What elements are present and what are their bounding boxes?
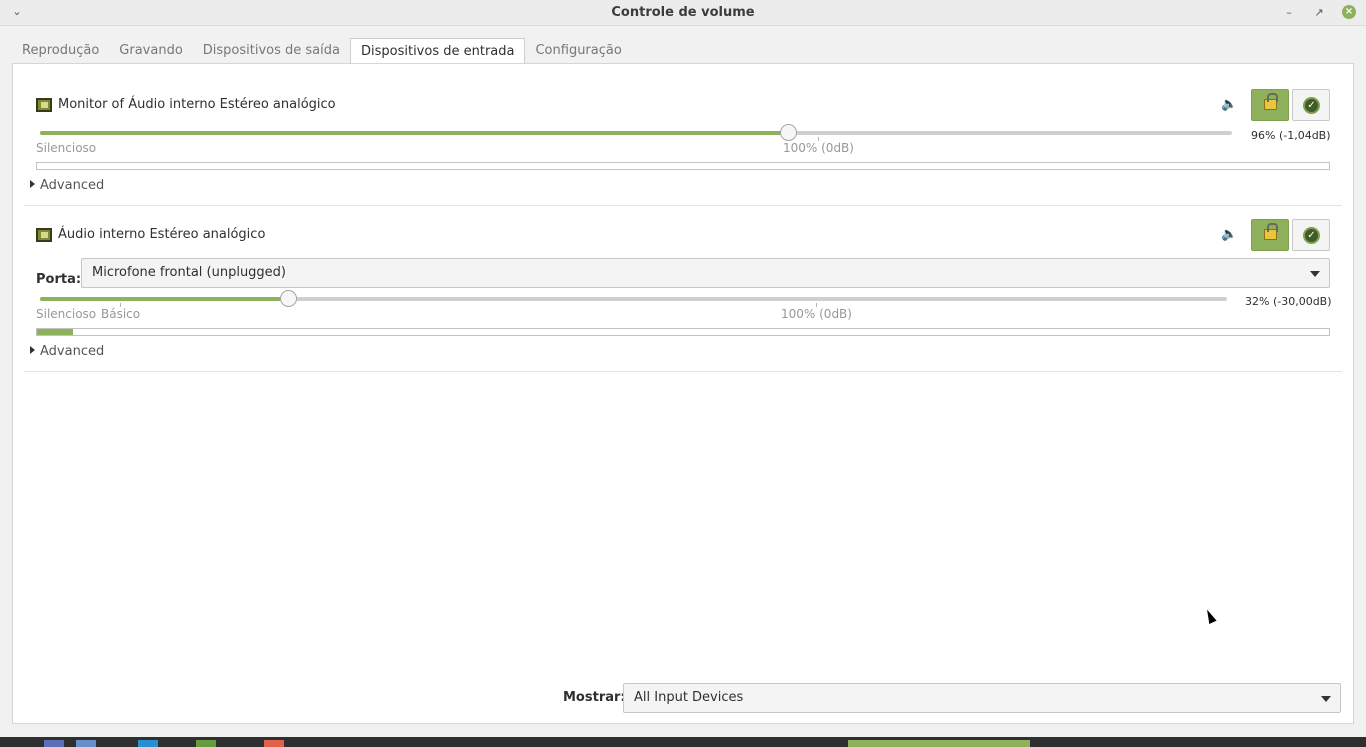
set-default-button[interactable]: ✓ <box>1292 89 1330 121</box>
sound-card-icon <box>36 98 52 112</box>
volume-slider[interactable] <box>40 290 1227 307</box>
expander-arrow-icon <box>30 346 35 354</box>
taskbar-app-icon[interactable] <box>264 740 284 747</box>
tab-configuracao[interactable]: Configuração <box>525 38 631 64</box>
taskbar-app-icon[interactable] <box>196 740 216 747</box>
taskbar-app-icon[interactable] <box>76 740 96 747</box>
tab-gravando[interactable]: Gravando <box>109 38 193 64</box>
device-separator <box>24 205 1342 206</box>
scale-label-base: Básico <box>101 307 141 321</box>
sound-card-icon <box>36 228 52 242</box>
port-select[interactable]: Microfone frontal (unplugged) <box>81 258 1330 288</box>
advanced-expander[interactable]: Advanced <box>30 344 104 359</box>
speaker-mute-icon[interactable]: 🔈 <box>1221 97 1237 113</box>
taskbar-app-icon[interactable] <box>138 740 158 747</box>
tab-bar: Reprodução Gravando Dispositivos de saíd… <box>12 38 632 65</box>
window-title: Controle de volume <box>611 5 755 20</box>
tab-dispositivos-entrada[interactable]: Dispositivos de entrada <box>349 38 526 65</box>
volume-slider-fill <box>40 131 788 135</box>
scale-label-100: 100% (0dB) <box>781 307 852 321</box>
advanced-label: Advanced <box>40 344 105 359</box>
peak-meter <box>36 328 1330 336</box>
advanced-expander[interactable]: Advanced <box>30 178 104 193</box>
volume-slider-fill <box>40 297 288 301</box>
device-name: Monitor of Áudio interno Estéreo analógi… <box>58 97 336 112</box>
taskbar-app-icon[interactable] <box>44 740 64 747</box>
show-devices-value: All Input Devices <box>634 690 744 705</box>
chevron-down-icon <box>1310 271 1320 277</box>
port-select-value: Microfone frontal (unplugged) <box>92 265 287 280</box>
peak-meter-fill <box>37 329 73 335</box>
taskbar-active-window[interactable] <box>848 740 1030 747</box>
volume-value: 32% (-30,00dB) <box>1245 295 1332 308</box>
speaker-mute-icon[interactable]: 🔈 <box>1221 227 1237 243</box>
volume-slider-handle[interactable] <box>780 124 797 141</box>
taskbar <box>0 737 1366 747</box>
expander-arrow-icon <box>30 180 35 188</box>
scale-label-silent: Silencioso <box>36 141 97 155</box>
lock-channels-button[interactable] <box>1251 219 1289 251</box>
check-icon: ✓ <box>1303 227 1320 244</box>
scale-label-silent: Silencioso <box>36 307 97 321</box>
device-separator <box>24 371 1342 372</box>
lock-icon <box>1264 93 1278 110</box>
chevron-down-icon <box>1321 696 1331 702</box>
lock-icon <box>1264 223 1278 240</box>
volume-slider-handle[interactable] <box>280 290 297 307</box>
show-label: Mostrar: <box>563 690 626 705</box>
set-default-button[interactable]: ✓ <box>1292 219 1330 251</box>
lock-channels-button[interactable] <box>1251 89 1289 121</box>
advanced-label: Advanced <box>40 178 105 193</box>
device-name: Áudio interno Estéreo analógico <box>58 227 266 242</box>
peak-meter <box>36 162 1330 170</box>
maximize-icon[interactable]: ↗ <box>1310 4 1328 22</box>
scale-label-100: 100% (0dB) <box>783 141 854 155</box>
show-devices-select[interactable]: All Input Devices <box>623 683 1341 713</box>
minimize-icon[interactable]: – <box>1280 4 1298 22</box>
tab-reproducao[interactable]: Reprodução <box>12 38 109 64</box>
volume-value: 96% (-1,04dB) <box>1251 129 1331 142</box>
volume-slider[interactable] <box>40 124 1232 141</box>
check-icon: ✓ <box>1303 97 1320 114</box>
port-label: Porta: <box>36 272 82 287</box>
tab-dispositivos-saida[interactable]: Dispositivos de saída <box>193 38 350 64</box>
close-icon[interactable]: × <box>1342 5 1356 19</box>
title-bar: ⌄ Controle de volume – ↗ × <box>0 0 1366 26</box>
